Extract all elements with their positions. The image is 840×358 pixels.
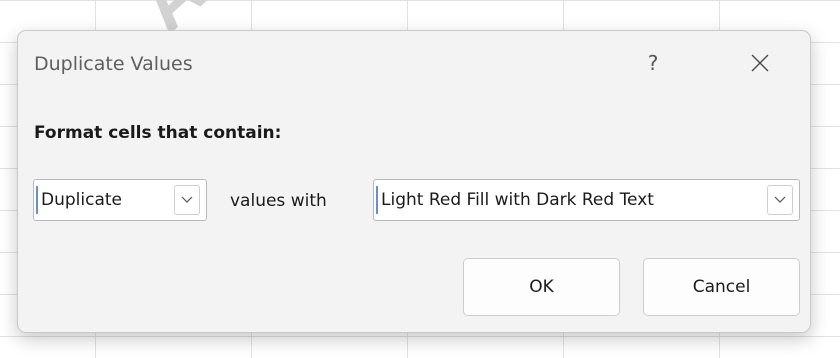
chevron-down-icon [181, 196, 193, 203]
chevron-down-icon [774, 196, 786, 203]
values-with-label: values with [230, 191, 327, 211]
help-button[interactable]: ? [635, 45, 671, 81]
close-button[interactable] [740, 45, 780, 81]
format-style-dropdown-button[interactable] [767, 185, 793, 215]
focus-caret [376, 186, 378, 214]
format-style-select[interactable]: Light Red Fill with Dark Red Text [373, 179, 800, 221]
close-icon [751, 54, 769, 72]
cancel-button[interactable]: Cancel [643, 258, 800, 316]
duplicate-type-dropdown-button[interactable] [174, 185, 200, 215]
duplicate-type-value: Duplicate [41, 190, 122, 210]
section-label: Format cells that contain: [34, 123, 282, 143]
dialog-title: Duplicate Values [34, 53, 193, 75]
focus-caret [36, 186, 38, 214]
duplicate-values-dialog: Duplicate Values ? Format cells that con… [17, 30, 811, 333]
duplicate-type-select[interactable]: Duplicate [33, 179, 207, 221]
format-style-value: Light Red Fill with Dark Red Text [381, 190, 654, 210]
ok-button[interactable]: OK [463, 258, 620, 316]
